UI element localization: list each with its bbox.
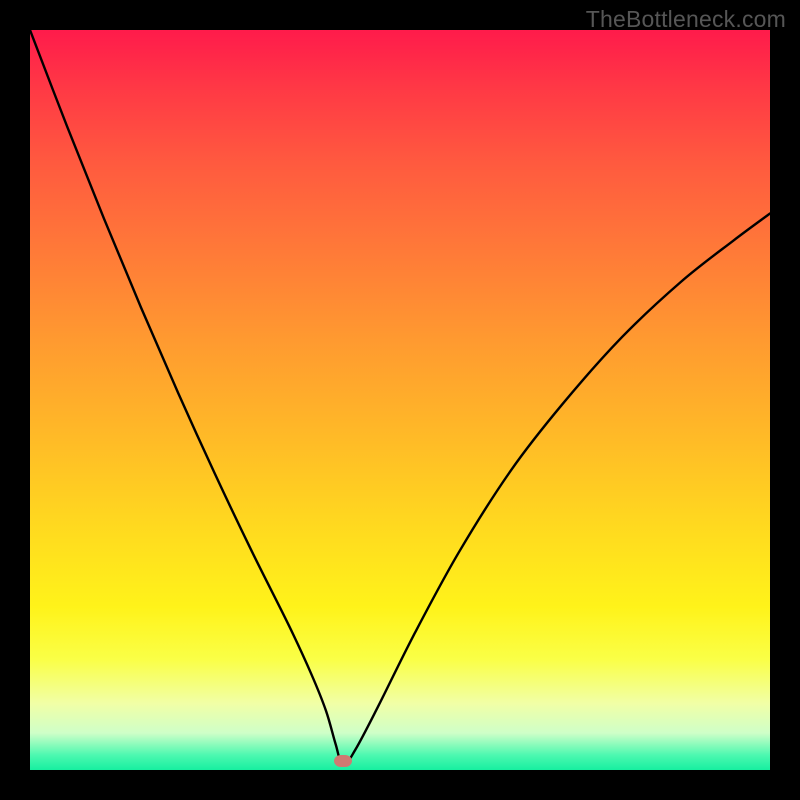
plot-area bbox=[30, 30, 770, 770]
chart-frame: TheBottleneck.com bbox=[0, 0, 800, 800]
watermark-text: TheBottleneck.com bbox=[586, 6, 786, 33]
curve-line bbox=[30, 30, 770, 766]
optimum-marker bbox=[334, 755, 352, 767]
curve-svg bbox=[30, 30, 770, 770]
